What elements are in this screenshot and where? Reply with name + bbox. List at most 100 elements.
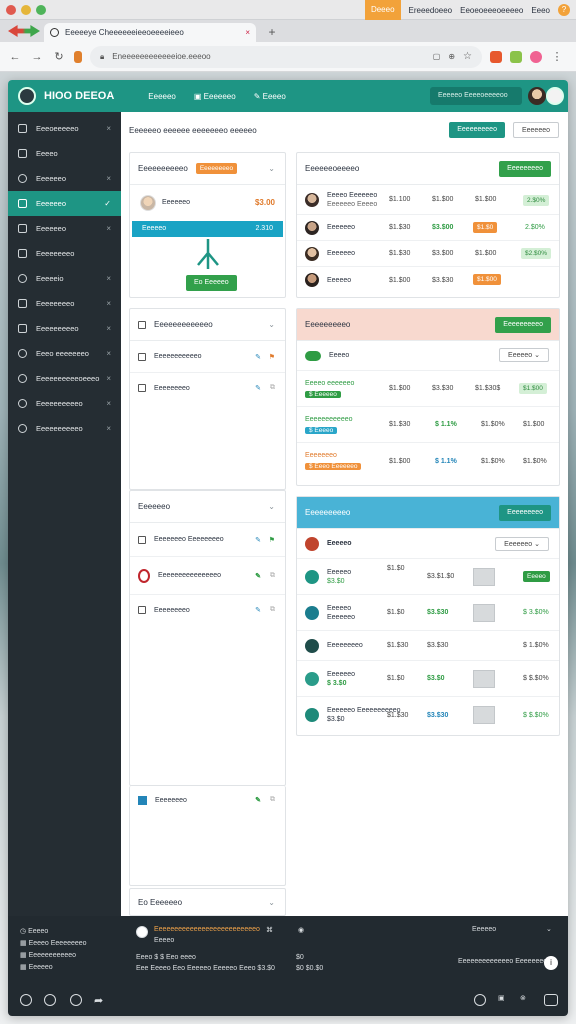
- copy-icon[interactable]: ⧉: [270, 572, 275, 580]
- bookmark-star-icon[interactable]: ☆: [463, 51, 472, 62]
- list-item[interactable]: Eeeeeeeeeeeo ✎ ⚑: [130, 341, 285, 373]
- close-icon[interactable]: ×: [106, 224, 111, 233]
- chevron-down-icon[interactable]: ⌄: [268, 164, 275, 173]
- menu-icon[interactable]: ⋮: [550, 50, 564, 64]
- back-icon[interactable]: ←: [8, 50, 22, 64]
- sidebar-item[interactable]: Eeeeeeo ×: [8, 166, 121, 191]
- chevron-down-icon[interactable]: ⌄: [268, 898, 275, 907]
- avatar[interactable]: [140, 195, 156, 211]
- sidebar-item[interactable]: Eeeeeeeeeo ×: [8, 316, 121, 341]
- message-avatar[interactable]: [136, 926, 148, 938]
- os-menu-item[interactable]: Ereeedoeeo: [409, 6, 453, 15]
- chevron-down-icon[interactable]: ⌄: [546, 925, 552, 933]
- os-menu-item[interactable]: Eeoeoeeeoeeeeo: [460, 6, 523, 15]
- chevron-down-icon[interactable]: ⌄: [268, 502, 275, 511]
- table-row[interactable]: Eeeeeeeo $ Eeeo Eeeeeeo $1.$00 $ 1.1% $1.…: [297, 443, 559, 479]
- mute-icon[interactable]: ⊗: [520, 994, 526, 1002]
- primary-button[interactable]: Eeeeeeeeeo: [449, 122, 505, 138]
- checkbox[interactable]: [138, 320, 146, 329]
- close-icon[interactable]: ×: [106, 374, 111, 383]
- bottom-item[interactable]: ▦ Eeeeo Eeeeeeeeo: [20, 938, 87, 950]
- account-icon[interactable]: [546, 87, 564, 105]
- table-row[interactable]: Eeeeeeo $1.$30 $3.$00 $1.$00 $2.$0%: [297, 241, 559, 267]
- copy-icon[interactable]: ⧉: [270, 384, 275, 392]
- list-item[interactable]: Eeeeeeeo ✎ ⧉: [130, 786, 285, 814]
- header-nav-item[interactable]: ✎ Eeeeo: [254, 92, 286, 101]
- flag-icon[interactable]: ⚑: [269, 536, 275, 544]
- close-icon[interactable]: ×: [106, 174, 111, 183]
- reload-icon[interactable]: ↻: [52, 50, 66, 64]
- extension-icon[interactable]: [510, 50, 522, 63]
- bottom-item[interactable]: ◷ Eeeeo: [20, 926, 87, 938]
- bottom-item[interactable]: ▦ Eeeeeo: [20, 962, 87, 974]
- close-icon[interactable]: ×: [106, 124, 111, 133]
- header-search-input[interactable]: Eeeeeo Eeeeoeeeeoo: [430, 87, 522, 105]
- panel-header[interactable]: Eo Eeeeeeo ⌄: [130, 889, 285, 915]
- header-nav-item[interactable]: ▣ Eeeeeeo: [194, 92, 236, 101]
- edit-icon[interactable]: ✎: [255, 796, 261, 804]
- edit-icon[interactable]: ✎: [255, 384, 261, 392]
- filter-select[interactable]: Eeeeeeo ⌄: [495, 537, 549, 551]
- close-icon[interactable]: ×: [106, 349, 111, 358]
- user-avatar[interactable]: [528, 87, 546, 105]
- chevron-down-icon[interactable]: ⌄: [268, 320, 275, 329]
- back-forward-arrows-icon[interactable]: [8, 25, 40, 37]
- sidebar-item[interactable]: Eeeeeeeeo ×: [8, 291, 121, 316]
- sidebar-item[interactable]: Eeeeeeeeo: [8, 241, 121, 266]
- panel-action-button[interactable]: Eo Eeeeeo: [186, 275, 237, 291]
- minimize-window-icon[interactable]: [21, 5, 31, 15]
- page-icon[interactable]: ▢: [433, 52, 441, 61]
- copy-icon[interactable]: ⧉: [270, 796, 275, 804]
- status-icon[interactable]: ◉: [298, 926, 304, 934]
- checkbox[interactable]: [138, 384, 146, 392]
- list-item[interactable]: Eeeeeeeeo ✎ ⧉: [130, 373, 285, 403]
- sidebar-item-active[interactable]: Eeeeeeo ✓: [8, 191, 121, 216]
- address-bar[interactable]: 🔒︎ Eneeeeeeeeeeeeioe.eeeoo ▢ ⊕ ☆: [90, 45, 482, 68]
- maximize-window-icon[interactable]: [36, 5, 46, 15]
- filter-select[interactable]: Eeeeeo ⌄: [499, 348, 549, 362]
- sidebar-item[interactable]: Eeeeeeo ×: [8, 216, 121, 241]
- attach-icon[interactable]: ⌘: [266, 926, 273, 934]
- camera-icon[interactable]: [474, 994, 486, 1006]
- toggle-switch[interactable]: [305, 350, 321, 361]
- bottom-item[interactable]: ▦ Eeeeeeeeeeeo: [20, 950, 87, 962]
- table-row[interactable]: Eeeeo eeeeeeo $ Eeeeeo $1.$00 $3.$30 $1.$…: [297, 371, 559, 407]
- table-row[interactable]: Eeeeeeeeo $1.$30 $3.$30 $ 1.$0%: [297, 631, 559, 661]
- extension-icon[interactable]: [490, 50, 502, 63]
- close-window-icon[interactable]: [6, 5, 16, 15]
- sidebar-item[interactable]: Eeeeeio ×: [8, 266, 121, 291]
- panel-action-button[interactable]: Eeeeeeeeo: [499, 161, 551, 177]
- checkbox[interactable]: [138, 535, 146, 544]
- sidebar-item[interactable]: Eeeeeeeeeeo ×: [8, 391, 121, 416]
- os-menu-item[interactable]: Deeeo: [364, 0, 401, 20]
- close-icon[interactable]: ×: [106, 424, 111, 433]
- table-row[interactable]: Eeeeeo $1.$00 $3.$30 $1.$00: [297, 267, 559, 293]
- table-row[interactable]: Eeeeeeo $ 3.$0 $1.$0 $3.$0 $ $.$0%: [297, 661, 559, 697]
- table-row[interactable]: Eeeeeeeeeeeo $ Eeeeo $1.$30 $ 1.1% $1.$0%…: [297, 407, 559, 443]
- app-logo-icon[interactable]: [18, 87, 36, 105]
- list-item[interactable]: Eeeeeeeeo ✎ ⧉: [130, 595, 285, 625]
- settings-icon[interactable]: [70, 994, 82, 1006]
- table-row[interactable]: Eeeeeo $3.$0 $1.$0 $3.$1.$0 Eeeeo: [297, 559, 559, 595]
- new-tab-icon[interactable]: +: [262, 23, 282, 41]
- power-icon[interactable]: [20, 994, 32, 1006]
- edit-icon[interactable]: ✎: [255, 572, 261, 580]
- chat-icon[interactable]: [544, 994, 558, 1006]
- checkbox[interactable]: [138, 352, 146, 361]
- checkbox[interactable]: [138, 606, 146, 614]
- sidebar-item[interactable]: Eeeo eeeeeeeo ×: [8, 341, 121, 366]
- close-icon[interactable]: ×: [106, 399, 111, 408]
- edit-icon[interactable]: ✎: [255, 353, 261, 361]
- panel-action-button[interactable]: Eeeeeeeeo: [499, 505, 551, 521]
- refresh-icon[interactable]: [44, 994, 56, 1006]
- copy-icon[interactable]: ⧉: [270, 606, 275, 614]
- close-icon[interactable]: ×: [106, 299, 111, 308]
- flag-icon[interactable]: ⚑: [269, 353, 275, 361]
- sidebar-item[interactable]: Eeeoeeeeeo ×: [8, 116, 121, 141]
- share-icon[interactable]: ➦: [94, 994, 103, 1007]
- highlight-bar[interactable]: Eeeeeo 2.310: [132, 221, 283, 237]
- forward-icon[interactable]: →: [30, 50, 44, 64]
- list-item[interactable]: Eeeeeeeeeeeeeeeo ✎ ⧉: [130, 557, 285, 595]
- table-row[interactable]: Eeeeeo Eeeeeeo $1.$0 $3.$30 $ 3.$0%: [297, 595, 559, 631]
- message-preview[interactable]: Eeeeeeeeeeeeeeeeeeeeeeeeeeo Eeeeo: [154, 924, 260, 946]
